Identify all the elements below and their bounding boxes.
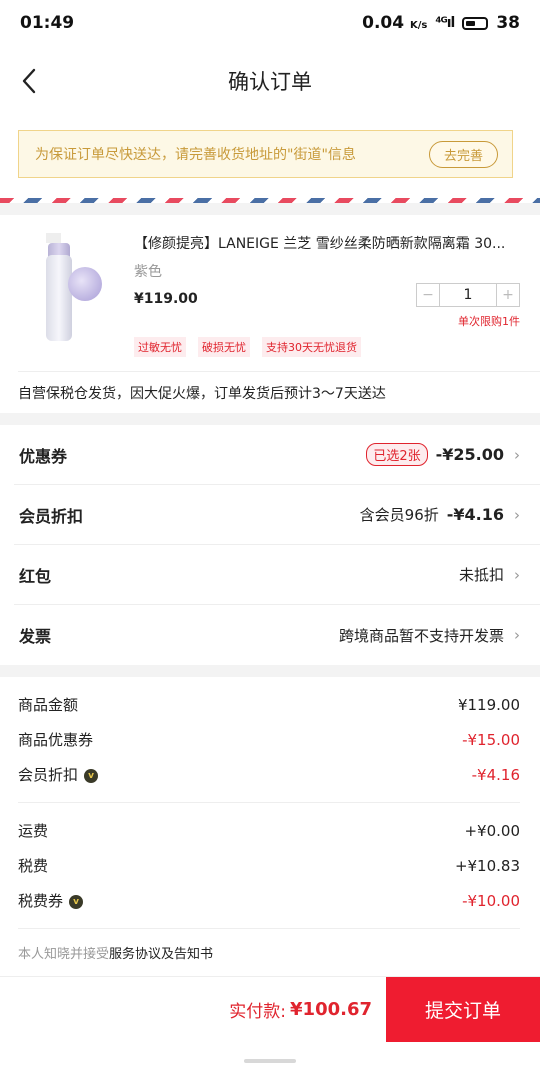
summary-label: 运费 (18, 822, 49, 840)
chevron-left-icon (22, 68, 36, 94)
summary-value: -¥4.16 (471, 765, 520, 784)
section-gap (0, 413, 540, 425)
summary-group-fees: 运费 +¥0.00 税费 +¥10.83 税费券 v -¥10.00 (18, 803, 520, 929)
network-speed: 0.04 K/s (362, 13, 428, 33)
product-name: 【修颜提亮】LANEIGE 兰芝 雪纱丝柔防晒新款隔离霜 30... (134, 236, 506, 252)
summary-label-with-badge: 会员折扣 v (18, 764, 99, 785)
battery-icon (462, 16, 489, 30)
summary-row: 商品优惠券 -¥15.00 (18, 722, 520, 757)
service-tags: 过敏无忧 破损无忧 支持30天无忧退货 (134, 337, 361, 357)
agreement-prefix: 本人知晓并接受 (18, 947, 110, 962)
notice-text: 为保证订单尽快送达，请完善收货地址的"街道"信息 (35, 147, 356, 163)
vip-badge-icon: v (84, 768, 99, 783)
coupon-value: 已选2张 -¥25.00 › (366, 443, 522, 466)
agreement-link[interactable]: 服务协议及告知书 (109, 947, 213, 962)
total-value: ¥100.67 (290, 999, 372, 1020)
vip-badge-icon: v (69, 894, 84, 909)
service-tag: 过敏无忧 (134, 337, 186, 357)
red-packet-desc: 未抵扣 (458, 566, 504, 584)
battery-level: 38 (496, 13, 520, 33)
chevron-right-icon: › (514, 626, 520, 644)
invoice-desc: 跨境商品暂不支持开发票 (338, 626, 504, 645)
summary-label: 会员折扣 (18, 766, 79, 784)
red-packet-value: 未抵扣 › (459, 564, 522, 585)
coupon-amount: -¥25.00 (435, 445, 504, 464)
quantity-stepper: − 1 + (416, 283, 520, 307)
summary-value: -¥10.00 (462, 891, 520, 910)
chevron-right-icon: › (514, 565, 520, 584)
total-label: 实付款: (229, 1002, 287, 1022)
bottom-bar: 实付款: ¥100.67 提交订单 (0, 976, 540, 1042)
invoice-row[interactable]: 发票 跨境商品暂不支持开发票 › (14, 605, 540, 665)
invoice-label: 发票 (19, 627, 52, 646)
complete-address-button[interactable]: 去完善 (428, 140, 498, 168)
summary-label: 税费 (18, 857, 49, 875)
status-time: 01:49 (20, 13, 75, 33)
product-info: 【修颜提亮】LANEIGE 兰芝 雪纱丝柔防晒新款隔离霜 30... 紫色 ¥1… (134, 233, 520, 371)
section-gap (0, 665, 540, 677)
summary-label: 商品优惠券 (18, 731, 94, 749)
status-bar: 01:49 0.04 K/s ⁴ᴳıl 38 (0, 0, 540, 46)
submit-order-button[interactable]: 提交订单 (386, 977, 540, 1042)
product-variant: 紫色 (134, 264, 162, 280)
agreement-text: 本人知晓并接受服务协议及告知书 (0, 929, 540, 976)
status-indicators: 0.04 K/s ⁴ᴳıl 38 (362, 13, 520, 33)
invoice-value: 跨境商品暂不支持开发票 › (339, 625, 522, 646)
summary-label: 商品金额 (18, 696, 79, 714)
summary-value: +¥10.83 (454, 856, 520, 875)
member-discount-desc: 含会员96折 (359, 506, 439, 524)
product-item[interactable]: 【修颜提亮】LANEIGE 兰芝 雪纱丝柔防晒新款隔离霜 30... 紫色 ¥1… (0, 215, 540, 371)
puff-shape (68, 267, 102, 301)
signal-icon: ⁴ᴳıl (435, 15, 455, 31)
quantity-value[interactable]: 1 (439, 284, 497, 306)
member-discount-amount: -¥4.16 (446, 505, 504, 524)
quantity-decrease-button[interactable]: − (417, 284, 439, 306)
summary-row: 税费 +¥10.83 (18, 848, 520, 883)
summary-value: +¥0.00 (464, 821, 520, 840)
back-button[interactable] (14, 66, 44, 96)
total-payment: 实付款: ¥100.67 (0, 977, 386, 1042)
product-image[interactable] (18, 233, 116, 343)
red-packet-label: 红包 (19, 566, 52, 586)
summary-group-goods: 商品金额 ¥119.00 商品优惠券 -¥15.00 会员折扣 v -¥4.16 (18, 677, 520, 803)
coupon-selected-badge: 已选2张 (366, 443, 428, 466)
summary-value: -¥15.00 (462, 730, 520, 749)
coupon-label: 优惠券 (19, 446, 68, 466)
coupon-row[interactable]: 优惠券 已选2张 -¥25.00 › (14, 425, 540, 485)
purchase-limit: 单次限购1件 (458, 315, 520, 328)
member-discount-value: 含会员96折 -¥4.16 › (360, 504, 522, 525)
summary-value: ¥119.00 (457, 695, 520, 714)
delivery-note: 自营保税仓发货，因大促火爆，订单发货后预计3～7天送达 (18, 371, 540, 413)
service-tag: 破损无忧 (198, 337, 250, 357)
address-notice-section: 为保证订单尽快送达，请完善收货地址的"街道"信息 去完善 (0, 116, 540, 178)
summary-row: 运费 +¥0.00 (18, 813, 520, 848)
home-indicator[interactable] (244, 1059, 296, 1063)
summary-row: 税费券 v -¥10.00 (18, 883, 520, 918)
address-notice: 为保证订单尽快送达，请完善收货地址的"街道"信息 去完善 (18, 130, 513, 178)
quantity-increase-button[interactable]: + (497, 284, 519, 306)
summary-row: 会员折扣 v -¥4.16 (18, 757, 520, 792)
product-image-tag (46, 233, 61, 243)
member-discount-row[interactable]: 会员折扣 含会员96折 -¥4.16 › (14, 485, 540, 545)
summary-label: 税费券 (18, 892, 64, 910)
red-packet-row[interactable]: 红包 未抵扣 › (14, 545, 540, 605)
nav-bar: 确认订单 (0, 46, 540, 116)
price-summary: 商品金额 ¥119.00 商品优惠券 -¥15.00 会员折扣 v -¥4.16 … (0, 677, 540, 929)
bottle-shape (46, 255, 72, 341)
summary-row: 商品金额 ¥119.00 (18, 687, 520, 722)
chevron-right-icon: › (514, 445, 520, 464)
chevron-right-icon: › (514, 505, 520, 524)
member-discount-label: 会员折扣 (19, 506, 84, 526)
page-title: 确认订单 (228, 70, 312, 94)
section-gap (0, 203, 540, 215)
summary-label-with-badge: 税费券 v (18, 890, 84, 911)
service-tag: 支持30天无忧退货 (262, 337, 361, 357)
